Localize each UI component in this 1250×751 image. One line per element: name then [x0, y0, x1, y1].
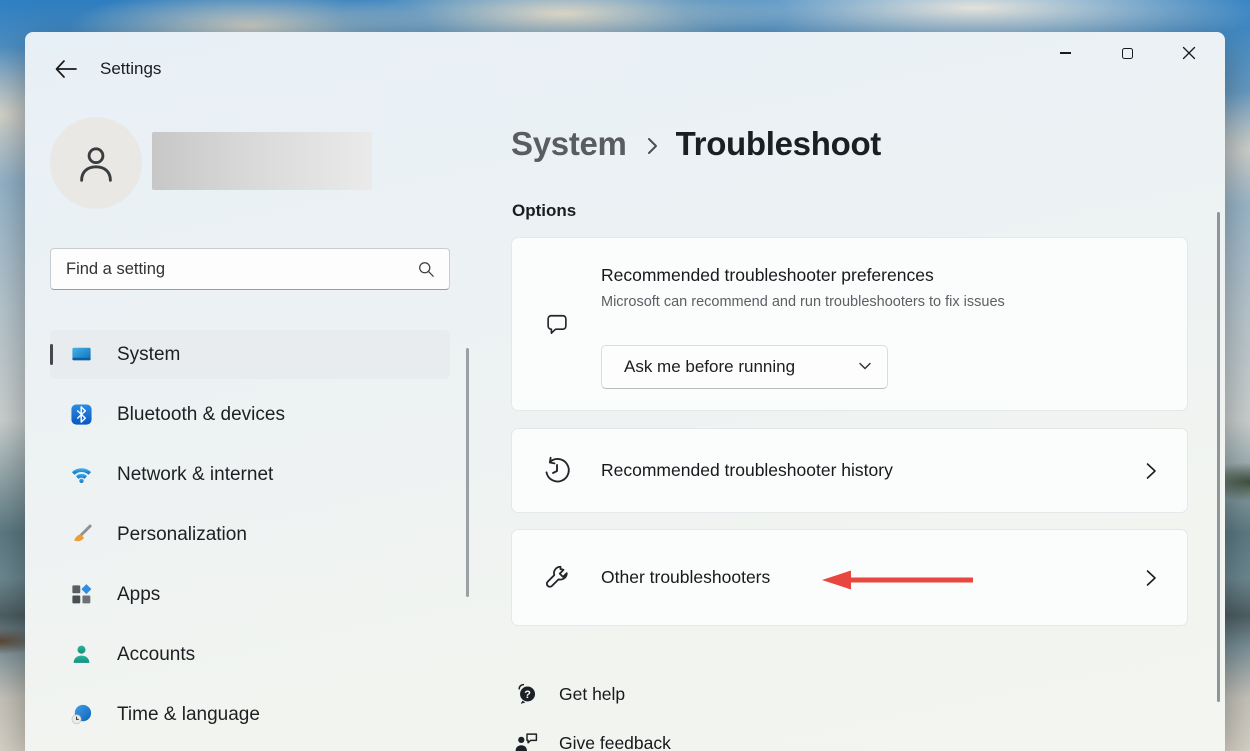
troubleshooter-preference-dropdown[interactable]: Ask me before running [601, 345, 888, 389]
close-button[interactable] [1158, 32, 1220, 74]
chevron-down-icon [858, 358, 872, 376]
sidebar-item-apps[interactable]: Apps [50, 570, 450, 619]
dropdown-value: Ask me before running [624, 357, 796, 376]
svg-text:?: ? [524, 689, 531, 701]
minimize-icon [1059, 52, 1071, 54]
card-troubleshooter-history[interactable]: Recommended troubleshooter history [511, 428, 1188, 513]
sidebar-item-time-language[interactable]: Time & language [50, 690, 450, 739]
settings-window: Settings Find a setting System Bluetooth… [25, 32, 1225, 751]
give-feedback-icon [513, 730, 539, 751]
sidebar-scrollbar[interactable] [466, 348, 469, 597]
sidebar-item-accounts[interactable]: Accounts [50, 630, 450, 679]
minimize-button[interactable] [1034, 32, 1096, 74]
sidebar-item-label: Personalization [117, 523, 247, 545]
search-input[interactable] [51, 259, 417, 279]
give-feedback-link[interactable]: Give feedback [513, 730, 671, 751]
sidebar-nav: System Bluetooth & devices Network & int… [50, 330, 450, 750]
user-name-redacted [152, 132, 372, 190]
chevron-right-icon [644, 135, 660, 157]
card-title: Recommended troubleshooter history [601, 460, 893, 480]
app-title: Settings [100, 59, 162, 78]
avatar[interactable] [50, 117, 142, 209]
person-icon [80, 147, 112, 182]
sidebar-item-label: Time & language [117, 703, 260, 725]
personalization-icon [70, 523, 93, 546]
card-subtitle: Microsoft can recommend and run troubles… [601, 294, 1005, 310]
network-icon [70, 463, 93, 486]
sidebar-item-bluetooth-devices[interactable]: Bluetooth & devices [50, 390, 450, 439]
sidebar-item-label: Bluetooth & devices [117, 403, 285, 425]
sidebar-item-label: Apps [117, 583, 161, 605]
chevron-right-icon [1145, 462, 1157, 480]
card-other-troubleshooters[interactable]: Other troubleshooters [511, 529, 1188, 626]
card-title: Recommended troubleshooter preferences [601, 265, 934, 285]
system-icon [70, 343, 93, 366]
close-icon [1182, 46, 1196, 60]
search-icon[interactable] [417, 260, 435, 278]
sidebar-item-label: Accounts [117, 643, 196, 665]
sidebar-item-network-internet[interactable]: Network & internet [50, 450, 450, 499]
breadcrumb: System Troubleshoot [511, 125, 881, 163]
get-help-link[interactable]: ? Get help [513, 681, 625, 707]
arrow-left-icon [55, 59, 77, 78]
maximize-icon [1121, 47, 1133, 59]
card-title: Other troubleshooters [601, 567, 771, 587]
main-scrollbar[interactable] [1217, 212, 1220, 702]
give-feedback-label: Give feedback [559, 732, 671, 751]
history-icon [541, 455, 572, 486]
window-controls [1034, 32, 1220, 74]
wrench-icon [541, 562, 572, 593]
get-help-label: Get help [559, 683, 626, 704]
back-button[interactable] [51, 57, 81, 83]
time-language-icon [70, 703, 93, 726]
maximize-button[interactable] [1096, 32, 1158, 74]
sidebar-item-label: System [117, 343, 181, 365]
apps-icon [70, 583, 93, 606]
sidebar-item-label: Network & internet [117, 463, 274, 485]
get-help-icon: ? [513, 681, 539, 707]
section-title: Options [512, 201, 577, 220]
search-box [50, 248, 450, 290]
sidebar-item-system[interactable]: System [50, 330, 450, 379]
breadcrumb-system[interactable]: System [511, 125, 627, 163]
chevron-right-icon [1145, 569, 1157, 587]
bluetooth-icon [70, 403, 93, 426]
card-troubleshooter-preferences: Recommended troubleshooter preferences M… [511, 237, 1188, 411]
page-title: Troubleshoot [675, 125, 882, 162]
sidebar-item-personalization[interactable]: Personalization [50, 510, 450, 559]
accounts-icon [70, 643, 93, 666]
comment-icon [541, 309, 572, 340]
